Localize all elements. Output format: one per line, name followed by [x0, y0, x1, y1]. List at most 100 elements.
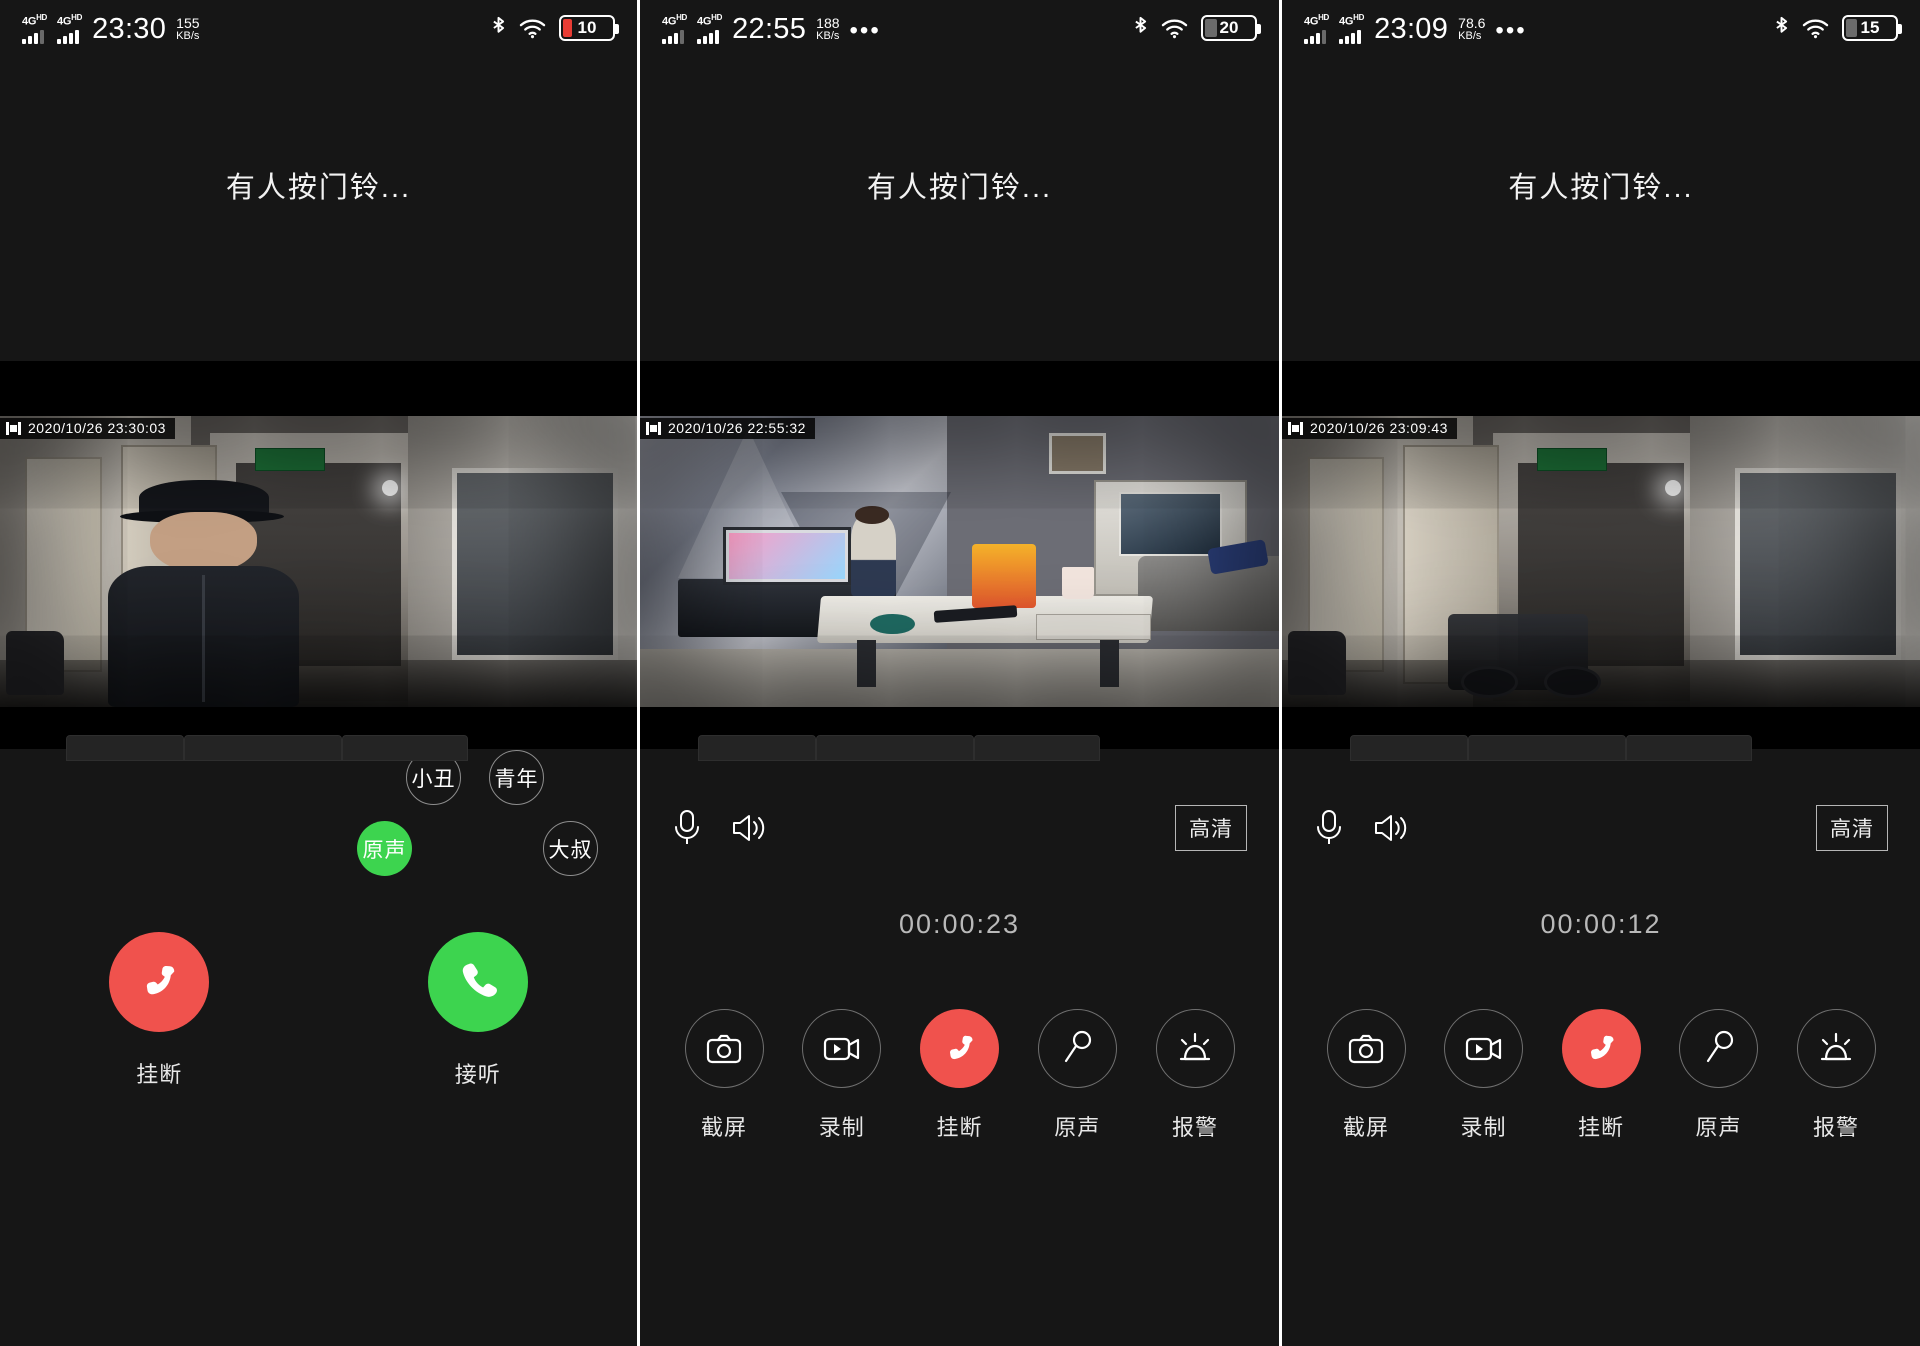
signal-bars-icon: [662, 29, 684, 45]
voice-option-original[interactable]: 原声: [357, 821, 412, 876]
status-bar-right: 15: [1774, 15, 1902, 41]
battery-indicator: 15: [1842, 15, 1902, 41]
hangup-label: 挂断: [936, 1115, 983, 1140]
voice-button[interactable]: 原声: [1669, 1009, 1769, 1142]
network-hd-label: HD: [36, 12, 48, 22]
alarm-siren-icon: [1820, 1032, 1852, 1060]
signal-bars-icon-2: [1339, 29, 1362, 45]
video-scene-corridor: [1282, 416, 1920, 707]
network-hd-label: HD: [676, 12, 688, 22]
status-overflow-icon: •••: [1495, 17, 1527, 45]
network-type-label-2: 4G: [697, 15, 712, 28]
signal-sim1: 4GHD: [1304, 12, 1329, 45]
microphone-voice-icon: [1065, 1030, 1092, 1062]
alarm-label: 报警: [1171, 1115, 1218, 1140]
call-duration-timer: 00:00:23: [898, 909, 1021, 939]
bluetooth-icon: [493, 16, 505, 33]
voice-option-youth[interactable]: 青年: [489, 750, 544, 805]
ringing-text: 有人按门铃...: [866, 172, 1053, 204]
wifi-icon: [1161, 19, 1188, 39]
speaker-toggle[interactable]: [1372, 811, 1410, 845]
network-type-label: 4G: [1304, 15, 1319, 28]
hangup-button[interactable]: 挂断: [910, 1009, 1010, 1142]
hangup-button[interactable]: 挂断: [0, 932, 319, 1089]
signal-bars-icon-2: [57, 29, 80, 45]
call-duration-timer: 00:00:12: [1540, 909, 1662, 939]
screenshot-button[interactable]: 截屏: [674, 1009, 774, 1142]
signal-sim2: 4GHD: [697, 12, 722, 45]
ringing-text: 有人按门铃...: [225, 172, 412, 204]
panel-active-call-corridor: 4GHD 4GHD 23:09 78.6 KB/s ••• 15 有人按门铃..…: [1282, 0, 1920, 1346]
video-timestamp: 2020/10/26 23:09:43: [1282, 418, 1457, 439]
call-toolbar: 高清: [640, 805, 1279, 851]
voice-button[interactable]: 原声: [1027, 1009, 1127, 1142]
video-scene-corridor: [0, 416, 637, 707]
panel-incoming-call: 4GHD 4GHD 23:30 155 KB/s 10 有人按门铃... 202…: [0, 0, 637, 1346]
microphone-toggle[interactable]: [672, 808, 702, 848]
answer-button[interactable]: 接听: [319, 932, 638, 1089]
video-quality-button[interactable]: 高清: [1816, 805, 1888, 851]
video-feed[interactable]: 2020/10/26 22:55:32: [640, 416, 1279, 707]
record-button[interactable]: 录制: [792, 1009, 892, 1142]
video-scene-livingroom: [640, 416, 1279, 707]
network-speed: 155 KB/s: [176, 15, 200, 43]
wifi-icon: [519, 19, 546, 39]
status-bar: 4GHD 4GHD 22:55 188 KB/s ••• 20: [640, 0, 1279, 56]
signal-sim1: 4GHD: [662, 12, 687, 45]
record-label: 录制: [1460, 1115, 1507, 1140]
video-letterbox-top: [640, 361, 1279, 416]
video-feed[interactable]: 2020/10/26 23:30:03: [0, 416, 637, 707]
status-bar-left: 4GHD 4GHD 22:55 188 KB/s •••: [662, 12, 881, 45]
network-speed: 188 KB/s: [816, 15, 840, 43]
screenshot-button[interactable]: 截屏: [1316, 1009, 1416, 1142]
alarm-label: 报警: [1812, 1115, 1859, 1140]
battery-indicator: 10: [559, 15, 619, 41]
bluetooth-icon: [1135, 16, 1147, 33]
status-bar: 4GHD 4GHD 23:09 78.6 KB/s ••• 15: [1282, 0, 1920, 56]
record-button[interactable]: 录制: [1434, 1009, 1534, 1142]
phone-hangup-icon: [949, 1035, 972, 1059]
alarm-button[interactable]: 报警: [1145, 1009, 1245, 1142]
network-speed-unit: KB/s: [816, 30, 840, 43]
status-bar-left: 4GHD 4GHD 23:30 155 KB/s: [22, 12, 200, 45]
network-speed-value: 78.6: [1458, 15, 1486, 32]
video-timestamp-text: 2020/10/26 22:55:32: [668, 420, 806, 436]
ringing-banner: 有人按门铃...: [640, 56, 1279, 361]
alarm-button[interactable]: 报警: [1786, 1009, 1886, 1142]
camera-icon: [1348, 1034, 1384, 1063]
screenshot-collage: 4GHD 4GHD 23:30 155 KB/s 10 有人按门铃... 202…: [0, 0, 1920, 1346]
video-letterbox-top: [1282, 361, 1920, 416]
network-speed-value: 155: [176, 15, 200, 32]
call-answer-row: 挂断 接听: [0, 932, 637, 1089]
bottom-cutoff-bar: [0, 723, 637, 761]
network-speed-unit: KB/s: [176, 30, 200, 43]
network-hd-label-2: HD: [1353, 12, 1365, 22]
hangup-button[interactable]: 挂断: [1551, 1009, 1651, 1142]
video-timestamp-text: 2020/10/26 23:09:43: [1310, 420, 1448, 436]
video-record-icon: [1465, 1037, 1501, 1060]
network-hd-label-2: HD: [71, 12, 83, 22]
signal-bars-icon: [1304, 29, 1326, 45]
signal-sim2: 4GHD: [57, 12, 82, 45]
status-bar-right: 20: [1133, 15, 1261, 41]
network-speed-value: 188: [816, 15, 840, 32]
battery-percent-label: 10: [577, 18, 597, 37]
bottom-cutoff-bar: [1282, 723, 1920, 761]
status-bar-right: 10: [491, 15, 619, 41]
camera-brand-icon: [1288, 421, 1303, 435]
status-bar: 4GHD 4GHD 23:30 155 KB/s 10: [0, 0, 637, 56]
speaker-toggle[interactable]: [730, 811, 768, 845]
status-clock: 23:30: [92, 13, 167, 46]
status-clock: 22:55: [732, 13, 807, 46]
video-quality-button[interactable]: 高清: [1175, 805, 1247, 851]
voice-option-uncle[interactable]: 大叔: [543, 821, 598, 876]
panel-active-call-room: 4GHD 4GHD 22:55 188 KB/s ••• 20 有人按门铃...…: [640, 0, 1279, 1346]
voice-option-label: 大叔: [548, 838, 593, 862]
microphone-toggle[interactable]: [1314, 808, 1344, 848]
battery-indicator: 20: [1201, 15, 1261, 41]
ringing-text: 有人按门铃...: [1508, 172, 1694, 204]
phone-hangup-icon: [147, 965, 175, 995]
voice-option-label: 小丑: [411, 767, 456, 791]
video-feed[interactable]: 2020/10/26 23:09:43: [1282, 416, 1920, 707]
phone-answer-icon: [462, 963, 497, 997]
